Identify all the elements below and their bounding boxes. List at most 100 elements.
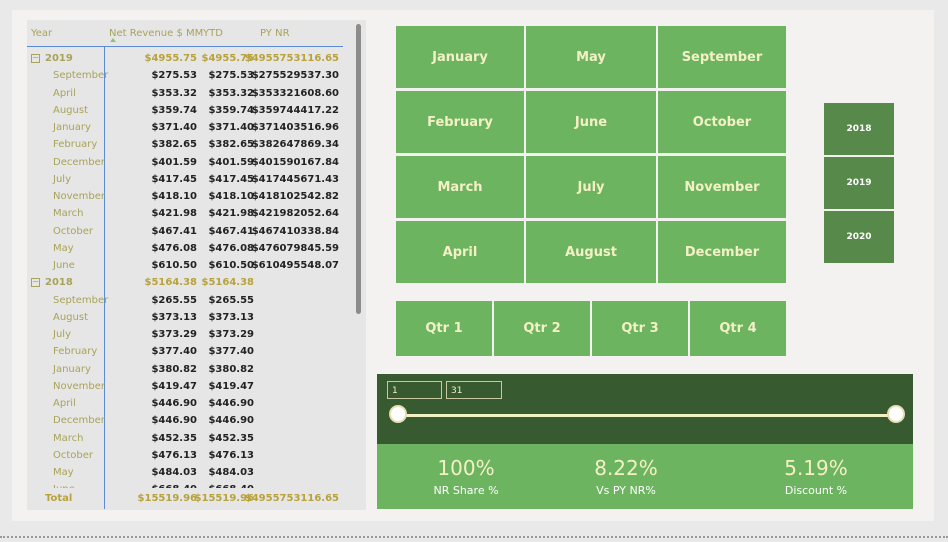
table-row[interactable]: February $382.65 $382.65 $382647869.34 [27,136,343,153]
month-button-september[interactable]: September [658,26,786,88]
collapse-icon[interactable]: − [31,54,40,63]
matrix-scrollbar[interactable] [356,24,361,314]
net-revenue-cell: $452.35 [151,432,197,444]
month-button-july[interactable]: July [526,156,656,218]
table-row[interactable]: June $668.40 $668.40 [27,481,343,488]
table-row[interactable]: February $377.40 $377.40 [27,343,343,360]
month-button-october[interactable]: October [658,91,786,153]
ytd-cell: $476.08 [208,242,254,254]
py-nr-cell: $371403516.96 [251,122,339,133]
table-row[interactable]: March $421.98 $421.98 $421982052.64 [27,205,343,222]
kpi-label: NR Share % [433,484,499,497]
net-revenue-cell: $417.45 [151,173,197,185]
ytd-cell: $401.59 [208,156,254,168]
table-row[interactable]: July $417.45 $417.45 $417445671.43 [27,171,343,188]
month-button-january[interactable]: January [396,26,524,88]
net-revenue-cell: $371.40 [151,122,197,133]
table-row[interactable]: November $419.47 $419.47 [27,378,343,395]
table-row[interactable]: June $610.50 $610.50 $610495548.07 [27,257,343,274]
py-nr-cell: $4955753116.65 [244,53,339,64]
row-label: August [53,104,88,116]
table-row[interactable]: May $476.08 $476.08 $476079845.59 [27,240,343,257]
revenue-matrix[interactable]: Year Net Revenue $ MM YTD PY NR −2019 $49… [27,20,366,510]
quarter-button-2[interactable]: Qtr 2 [494,301,590,356]
ytd-cell: $265.55 [208,294,254,306]
table-row[interactable]: October $476.13 $476.13 [27,447,343,464]
header-year[interactable]: Year [31,28,52,39]
slider-max-handle[interactable] [887,405,905,423]
month-button-april[interactable]: April [396,221,524,283]
table-row[interactable]: December $401.59 $401.59 $401590167.84 [27,154,343,171]
quarter-button-1[interactable]: Qtr 1 [396,301,492,356]
kpi-value: 8.22% [594,456,658,480]
table-row[interactable]: August $373.13 $373.13 [27,309,343,326]
table-row[interactable]: December $446.90 $446.90 [27,412,343,429]
month-button-november[interactable]: November [658,156,786,218]
month-button-december[interactable]: December [658,221,786,283]
row-label: January [53,363,91,375]
collapse-icon[interactable]: − [31,278,40,288]
net-revenue-cell: $484.03 [151,467,197,478]
table-row[interactable]: November $418.10 $418.10 $418102542.82 [27,188,343,205]
ytd-cell: $377.40 [208,346,254,358]
ytd-cell: $467.41 [208,225,254,237]
ytd-cell: $373.29 [208,329,254,340]
row-label: February [53,139,98,151]
table-row[interactable]: April $353.32 $353.32 $353321608.60 [27,85,343,102]
total-label: Total [45,493,73,504]
slider-track[interactable] [398,414,896,417]
month-button-february[interactable]: February [396,91,524,153]
row-label: March [53,208,84,220]
month-slicer: January May September February June October Ma… [396,26,786,283]
ytd-cell: $359.74 [208,104,254,116]
table-row[interactable]: August $359.74 $359.74 $359744417.22 [27,102,343,119]
ytd-cell: $382.65 [208,139,254,151]
ytd-cell: $421.98 [208,208,254,220]
month-button-march[interactable]: March [396,156,524,218]
range-min-input[interactable]: 1 [387,381,442,399]
year-button-2019[interactable]: 2019 [824,157,894,209]
total-net-revenue: $15519.96 [137,493,197,504]
row-label: 2019 [45,53,73,64]
year-button-2020[interactable]: 2020 [824,211,894,263]
year-button-2018[interactable]: 2018 [824,103,894,155]
table-row[interactable]: January $380.82 $380.82 [27,361,343,378]
slider-min-handle[interactable] [389,405,407,423]
kpi-vs-py: 8.22% Vs PY NR% [537,444,715,497]
matrix-rows: −2019 $4955.75 $4955.75 $4955753116.65 Septe… [27,50,343,488]
py-nr-cell: $476079845.59 [251,242,339,254]
py-nr-cell: $418102542.82 [251,191,339,202]
table-row[interactable]: April $446.90 $446.90 [27,395,343,412]
table-row[interactable]: October $467.41 $467.41 $467410338.84 [27,223,343,240]
table-row[interactable]: September $275.53 $275.53 $275529537.30 [27,67,343,84]
table-row[interactable]: July $373.29 $373.29 [27,326,343,343]
table-row[interactable]: May $484.03 $484.03 [27,464,343,481]
table-row[interactable]: January $371.40 $371.40 $371403516.96 [27,119,343,136]
ytd-cell: $446.90 [208,415,254,427]
net-revenue-cell: $5164.38 [144,277,197,289]
header-net-revenue[interactable]: Net Revenue $ MM [109,28,203,39]
header-ytd[interactable]: YTD [203,28,223,39]
matrix-year-row[interactable]: −2018 $5164.38 $5164.38 [27,274,343,291]
quarter-slicer: Qtr 1 Qtr 2 Qtr 3 Qtr 4 [396,301,786,356]
matrix-year-row[interactable]: −2019 $4955.75 $4955.75 $4955753116.65 [27,50,343,67]
range-max-input[interactable]: 31 [446,381,502,399]
quarter-button-4[interactable]: Qtr 4 [690,301,786,356]
quarter-button-3[interactable]: Qtr 3 [592,301,688,356]
header-py-nr[interactable]: PY NR [260,28,290,39]
row-label: September [53,294,109,306]
py-nr-cell: $467410338.84 [251,225,339,237]
table-row[interactable]: September $265.55 $265.55 [27,292,343,309]
net-revenue-cell: $446.90 [151,398,197,409]
py-nr-cell: $275529537.30 [251,70,339,82]
month-button-may[interactable]: May [526,26,656,88]
table-row[interactable]: March $452.35 $452.35 [27,430,343,447]
month-button-august[interactable]: August [526,221,656,283]
net-revenue-cell: $373.13 [151,311,197,323]
net-revenue-cell: $467.41 [151,225,197,237]
year-slicer: 2018 2019 2020 [824,103,894,265]
month-button-june[interactable]: June [526,91,656,153]
net-revenue-cell: $353.32 [151,87,197,99]
net-revenue-cell: $401.59 [151,156,197,168]
row-label: January [53,122,91,133]
